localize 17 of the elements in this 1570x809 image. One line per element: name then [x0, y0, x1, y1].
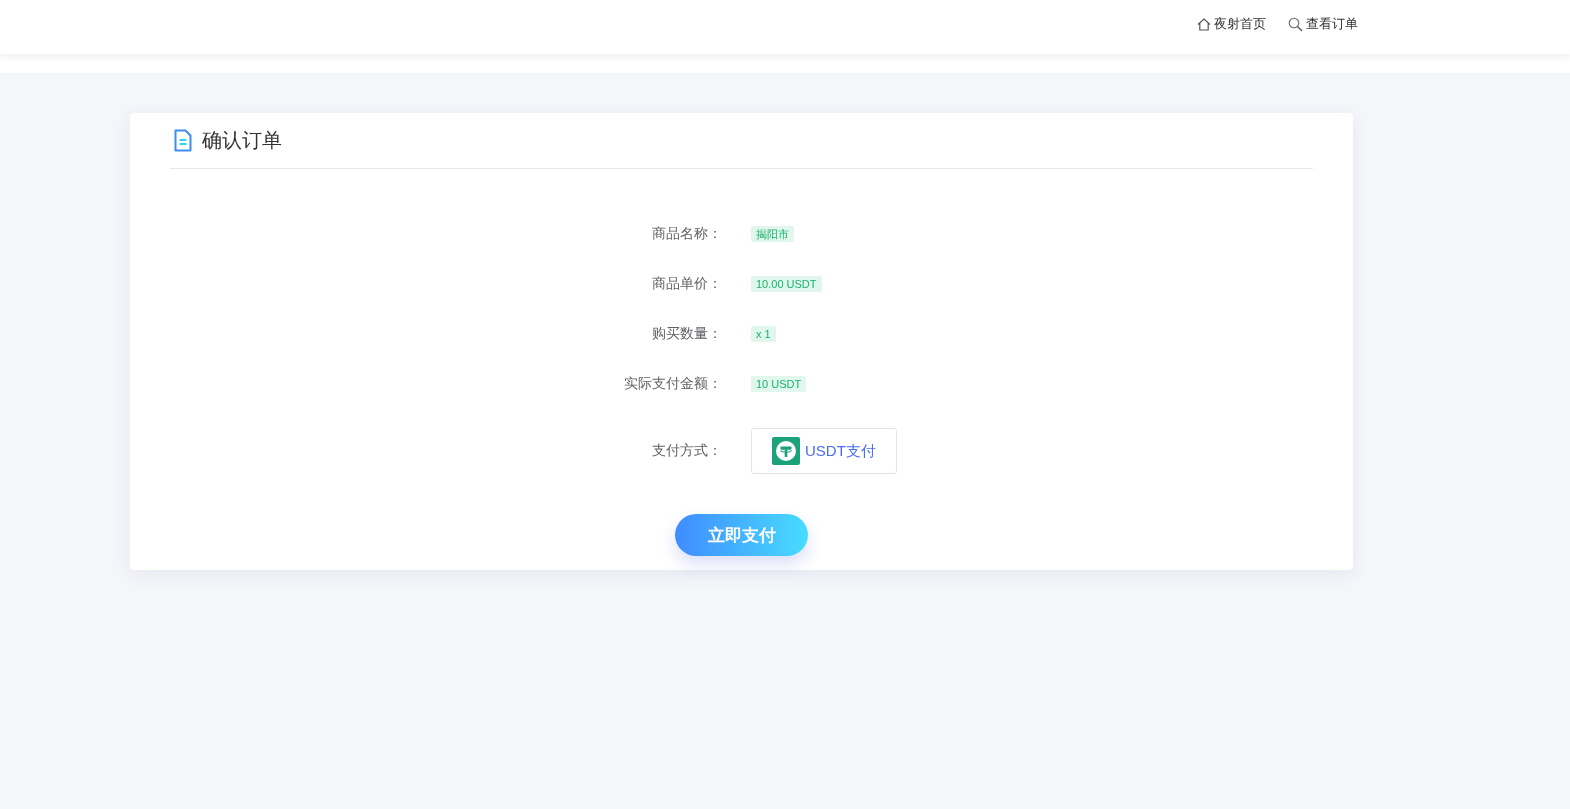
field-value-tag: 揭阳市	[751, 226, 794, 242]
field-label: 实际支付金额：	[624, 375, 722, 393]
field-label: 商品单价：	[652, 275, 722, 293]
document-icon	[174, 129, 192, 152]
coin-logo-icon	[772, 437, 800, 465]
field-value-tag: 10.00 USDT	[751, 276, 822, 292]
field-value-tag: x 1	[751, 326, 776, 342]
payment-option[interactable]: USDT支付	[751, 428, 897, 474]
field-label: 商品名称：	[652, 225, 722, 243]
card-title: 确认订单	[202, 128, 282, 153]
search-icon	[1288, 16, 1303, 32]
field-value-tag: 10 USDT	[751, 376, 807, 392]
field-label: 支付方式：	[652, 442, 722, 460]
home-icon	[1197, 17, 1211, 31]
nav-link[interactable]: 查看订单	[1288, 15, 1358, 33]
field-label: 购买数量：	[652, 325, 722, 343]
nav-link[interactable]: 夜射首页	[1197, 15, 1266, 33]
